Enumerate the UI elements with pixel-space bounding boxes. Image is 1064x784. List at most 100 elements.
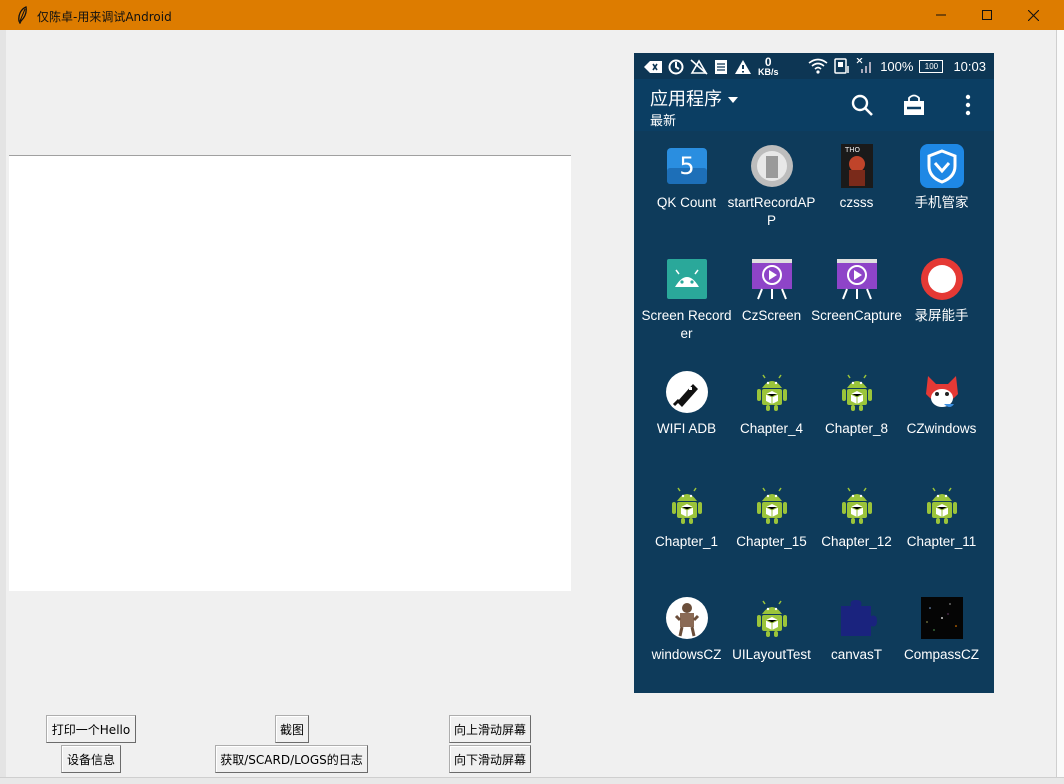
- app-drawer-title-dropdown[interactable]: 应用程序: [650, 85, 738, 111]
- android-icon: [750, 370, 794, 414]
- app-drawer-title: 应用程序: [650, 89, 722, 110]
- get-logs-button[interactable]: 获取/SCARD/LOGS的日志: [215, 745, 368, 773]
- app-label: windowsCZ: [651, 647, 722, 662]
- projector-icon: [835, 257, 879, 301]
- app-label: Chapter_12: [821, 534, 892, 549]
- android-icon: [835, 370, 879, 414]
- app-launcher-item[interactable]: WIFI ADB: [644, 362, 729, 475]
- background-app-edge-right: [1056, 30, 1064, 783]
- app-launcher-item[interactable]: 手机管家: [899, 136, 984, 249]
- app-label: Chapter_1: [654, 534, 719, 549]
- app-launcher-item[interactable]: Chapter_11: [899, 475, 984, 588]
- app-launcher-item[interactable]: 录屏能手: [899, 249, 984, 362]
- android-icon: [750, 596, 794, 640]
- app-label: WIFI ADB: [656, 421, 717, 436]
- app-label: 手机管家: [914, 195, 969, 210]
- app-launcher-item[interactable]: CZwindows: [899, 362, 984, 475]
- android-icon: [920, 483, 964, 527]
- maximize-icon: [982, 10, 992, 20]
- close-button[interactable]: [1010, 0, 1056, 30]
- czsss-icon: THO: [835, 144, 879, 188]
- app-label: 录屏能手: [914, 308, 969, 323]
- caret-down-icon: [728, 97, 738, 103]
- sort-label: 最新: [650, 114, 677, 129]
- app-label: CZwindows: [906, 421, 977, 436]
- warning-icon: [735, 60, 751, 74]
- output-text-area[interactable]: [9, 155, 571, 591]
- qk-count-icon: 5: [665, 144, 709, 188]
- screenshot-button[interactable]: 截图: [275, 715, 309, 743]
- app-label: ScreenCapture: [811, 308, 902, 323]
- app-label: Chapter_11: [906, 534, 977, 549]
- start-record-icon: [750, 144, 794, 188]
- app-label: Chapter_15: [736, 534, 807, 549]
- app-label: startRecordAPP: [727, 195, 816, 228]
- app-launcher-item[interactable]: Chapter_12: [814, 475, 899, 588]
- close-icon: [1027, 9, 1039, 21]
- app-launcher-item[interactable]: Chapter_8: [814, 362, 899, 475]
- battery-percent: 100%: [880, 58, 914, 74]
- app-label: CompassCZ: [903, 647, 979, 662]
- svg-text:THO: THO: [844, 146, 861, 154]
- screen-recorder-icon: [665, 257, 709, 301]
- app-label: Screen Recorder: [641, 308, 732, 341]
- battery-icon: 100: [919, 59, 944, 73]
- app-launcher-item[interactable]: Chapter_1: [644, 475, 729, 588]
- app-launcher-item[interactable]: 5 QK Count: [644, 136, 729, 249]
- search-icon[interactable]: [850, 93, 874, 117]
- feather-icon: [18, 6, 27, 24]
- network-speed: 0 KB/s: [758, 56, 779, 77]
- htc-store-icon[interactable]: [902, 93, 926, 117]
- storage-icon: [715, 60, 727, 74]
- usb-debug-icon: [644, 61, 662, 73]
- app-launcher-item[interactable]: UILayoutTest: [729, 588, 814, 693]
- scroll-up-button[interactable]: 向上滑动屏幕: [449, 715, 531, 743]
- app-launcher-item[interactable]: THO czsss: [814, 136, 899, 249]
- phone-status-bar: 0 KB/s 100% 100 10:03: [634, 53, 994, 79]
- minimize-icon: [936, 14, 946, 16]
- sim-icon: [834, 58, 849, 74]
- phone-screenshot[interactable]: 0 KB/s 100% 100 10:03 应用程序 最新 5 QK Count s…: [634, 53, 994, 693]
- app-launcher-item[interactable]: windowsCZ: [644, 588, 729, 693]
- signal-icon: [856, 58, 872, 73]
- wifi-icon: [808, 58, 828, 74]
- phone-action-bar: 应用程序 最新: [634, 79, 994, 131]
- app-label: Chapter_8: [824, 421, 889, 436]
- app-label: QK Count: [656, 195, 717, 210]
- app-launcher-item[interactable]: canvasT: [814, 588, 899, 693]
- app-launcher-item[interactable]: startRecordAPP: [728, 136, 815, 249]
- app-label: czsss: [839, 195, 874, 210]
- android-icon: [665, 483, 709, 527]
- minimize-button[interactable]: [918, 0, 964, 30]
- phone-manager-icon: [920, 144, 964, 188]
- maximize-button[interactable]: [964, 0, 1010, 30]
- app-launcher-item[interactable]: Chapter_4: [729, 362, 814, 475]
- app-label: UILayoutTest: [732, 647, 811, 662]
- wifi-adb-icon: [665, 370, 709, 414]
- app-label: CzScreen: [741, 308, 802, 323]
- fox-icon: [920, 370, 964, 414]
- android-icon: [750, 483, 794, 527]
- app-label: Chapter_4: [739, 421, 804, 436]
- device-info-button[interactable]: 设备信息: [61, 745, 121, 773]
- app-launcher-item[interactable]: CompassCZ: [899, 588, 984, 693]
- projector-icon: [750, 257, 794, 301]
- compass-icon: [920, 596, 964, 640]
- svg-text:5: 5: [679, 152, 694, 180]
- no-notification-icon: [690, 59, 708, 75]
- window-title: 仅陈卓-用来调试Android: [37, 10, 172, 24]
- app-launcher-item[interactable]: CzScreen: [729, 249, 814, 362]
- print-hello-button[interactable]: 打印一个Hello: [46, 715, 136, 743]
- title-bar[interactable]: 仅陈卓-用来调试Android: [0, 0, 1064, 30]
- clock: 10:03: [953, 58, 986, 74]
- app-launcher-item[interactable]: Chapter_15: [729, 475, 814, 588]
- android-icon: [835, 483, 879, 527]
- robot-icon: [665, 596, 709, 640]
- app-launcher-item[interactable]: Screen Recorder: [641, 249, 732, 362]
- scroll-down-button[interactable]: 向下滑动屏幕: [449, 745, 531, 773]
- app-label: canvasT: [830, 647, 883, 662]
- more-options-icon[interactable]: [956, 93, 980, 117]
- app-launcher-item[interactable]: ScreenCapture: [811, 249, 902, 362]
- network-speed-unit: KB/s: [758, 67, 779, 77]
- record-button-icon: [920, 257, 964, 301]
